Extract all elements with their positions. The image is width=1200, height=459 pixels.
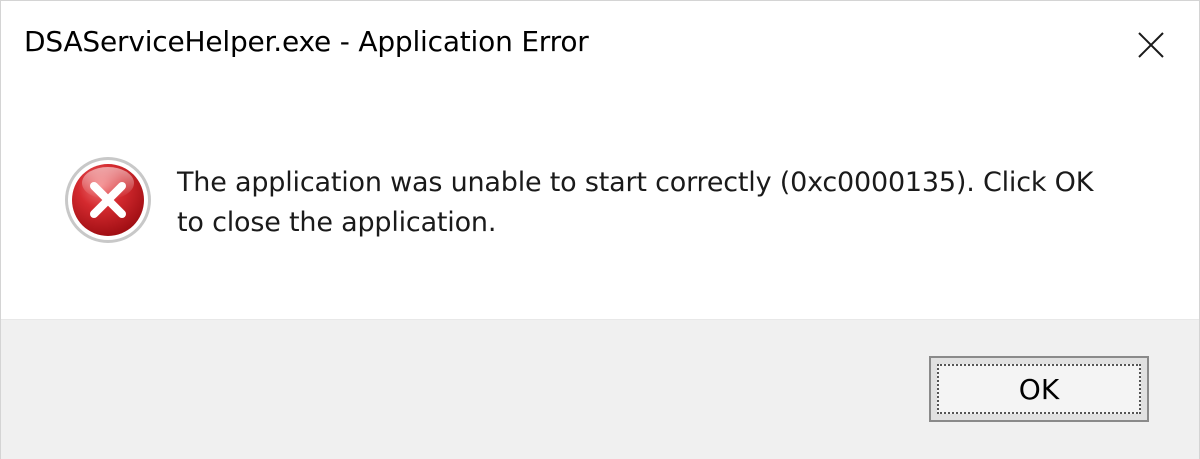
button-bar: OK — [1, 319, 1199, 459]
ok-button[interactable]: OK — [929, 356, 1149, 422]
error-dialog: DSAServiceHelper.exe - Application Error — [0, 0, 1200, 459]
error-icon — [63, 155, 153, 245]
error-message-line-2: to close the application. — [177, 207, 497, 238]
ok-button-label: OK — [1018, 372, 1060, 406]
dialog-content: The application was unable to start corr… — [1, 91, 1199, 319]
close-icon — [1138, 32, 1164, 58]
title-bar[interactable]: DSAServiceHelper.exe - Application Error — [1, 1, 1199, 91]
close-button[interactable] — [1119, 15, 1183, 75]
error-message: The application was unable to start corr… — [177, 163, 1137, 243]
ok-button-focus-rect: OK — [937, 364, 1141, 414]
error-message-line-1: The application was unable to start corr… — [177, 167, 1094, 198]
window-title: DSAServiceHelper.exe - Application Error — [24, 25, 589, 58]
